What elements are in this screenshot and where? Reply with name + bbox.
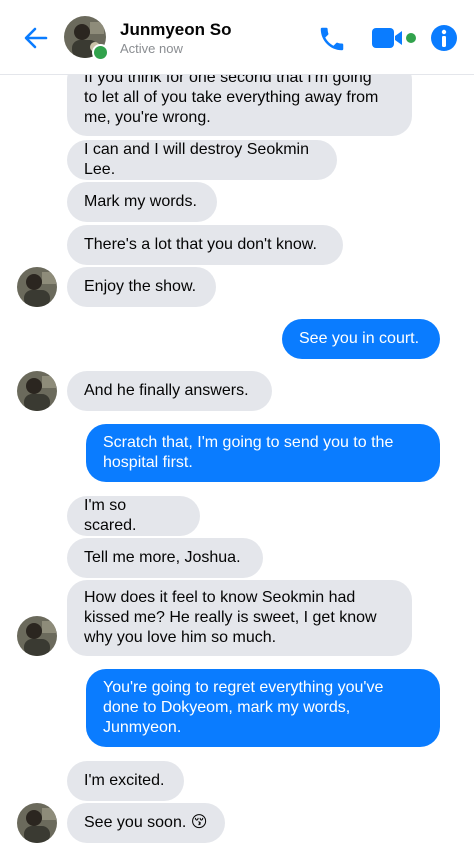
contact-name[interactable]: Junmyeon So xyxy=(120,20,231,40)
message-bubble-outgoing[interactable]: You're going to regret everything you've… xyxy=(86,669,440,747)
message-bubble-incoming[interactable]: There's a lot that you don't know. xyxy=(67,225,343,265)
sender-avatar[interactable] xyxy=(17,616,57,656)
active-status: Active now xyxy=(120,41,183,56)
message-bubble-incoming[interactable]: I'm so scared. xyxy=(67,496,200,536)
message-bubble-incoming[interactable]: If you think for one second that I'm goi… xyxy=(67,74,412,136)
message-bubble-incoming[interactable]: Tell me more, Joshua. xyxy=(67,538,263,578)
phone-icon[interactable] xyxy=(317,24,347,54)
chat-header: Junmyeon So Active now xyxy=(0,0,474,75)
sender-avatar[interactable] xyxy=(17,267,57,307)
sender-avatar[interactable] xyxy=(17,803,57,843)
message-bubble-incoming[interactable]: I can and I will destroy Seokmin Lee. xyxy=(67,140,337,180)
online-status-dot xyxy=(92,44,109,61)
message-bubble-incoming[interactable]: Enjoy the show. xyxy=(67,267,216,307)
message-bubble-incoming[interactable]: See you soon. 😚 xyxy=(67,803,225,843)
message-bubble-outgoing[interactable]: Scratch that, I'm going to send you to t… xyxy=(86,424,440,482)
back-arrow-icon[interactable] xyxy=(22,24,50,52)
sender-avatar[interactable] xyxy=(17,371,57,411)
info-icon[interactable] xyxy=(430,24,458,52)
message-bubble-incoming[interactable]: Mark my words. xyxy=(67,182,217,222)
video-camera-icon[interactable] xyxy=(371,27,417,49)
message-list[interactable]: If you think for one second that I'm goi… xyxy=(0,74,474,851)
message-bubble-incoming[interactable]: How does it feel to know Seokmin had kis… xyxy=(67,580,412,656)
message-bubble-outgoing[interactable]: See you in court. xyxy=(282,319,440,359)
message-bubble-incoming[interactable]: And he finally answers. xyxy=(67,371,272,411)
message-bubble-incoming[interactable]: I'm excited. xyxy=(67,761,184,801)
